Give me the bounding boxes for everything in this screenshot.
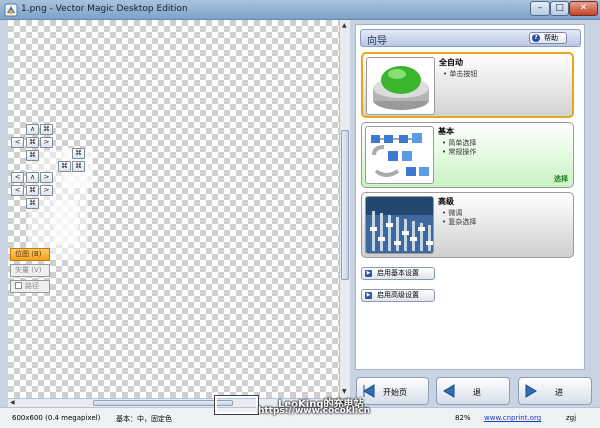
back-arrow-icon <box>443 384 455 398</box>
next-arrow-icon <box>525 384 537 398</box>
view-paths-option[interactable]: 路径 <box>10 280 50 293</box>
next-label: 进 <box>555 388 563 397</box>
pan-down-button[interactable]: ⌘ <box>26 198 39 209</box>
card-fully-automatic[interactable]: 全自动 单击按钮 <box>361 52 574 118</box>
center-button-2[interactable]: ⌘ <box>26 185 39 196</box>
pan-right-icon: > <box>43 173 50 181</box>
scroll-left-arrow-icon[interactable]: ◀ <box>10 399 15 406</box>
status-link[interactable]: www.cnprint.org <box>484 414 541 422</box>
help-button[interactable]: ? 帮助 <box>529 32 567 44</box>
bitmap-preview <box>28 148 93 260</box>
status-zoom: 82% <box>455 414 471 422</box>
card-line: 复杂选择 <box>442 217 476 227</box>
pan-left-icon: < <box>14 186 21 194</box>
view-vector-option[interactable]: 矢量 (V) <box>10 264 50 277</box>
pan-right-button[interactable]: > <box>40 137 53 148</box>
maximize-button[interactable]: □ <box>550 1 569 16</box>
view-bitmap-option[interactable]: 位图 (B) <box>10 248 50 261</box>
vertical-scrollbar[interactable]: ▲ ▼ <box>339 20 350 398</box>
enable-advanced-settings-label: 启用高级设置 <box>377 291 419 299</box>
watermark-url: https://www.cocokl.cn <box>258 406 371 416</box>
status-suffix: zgj <box>566 414 577 422</box>
zoom-reset-icon: ⌘ <box>75 162 82 170</box>
back-button[interactable]: 退 <box>436 377 510 405</box>
enable-basic-settings-label: 启用基本设置 <box>377 269 419 277</box>
card-title: 基本 <box>438 127 454 136</box>
pan-right-icon: > <box>43 138 50 146</box>
zoom-fit-button-2[interactable]: ⌘ <box>72 148 85 159</box>
watermark-logo-box <box>214 395 259 415</box>
home-page-label: 开始页 <box>383 388 407 397</box>
pan-up-button[interactable]: ∧ <box>26 124 39 135</box>
flowchart-image <box>365 126 434 184</box>
pan-up-button-2[interactable]: ∧ <box>26 172 39 183</box>
center-icon: ⌘ <box>29 138 36 146</box>
card-line: 常规操作 <box>442 147 476 157</box>
scroll-down-arrow-icon[interactable]: ▼ <box>342 388 347 395</box>
back-label: 退 <box>473 388 481 397</box>
card-line: 单击按钮 <box>443 69 477 79</box>
pan-left-icon: < <box>14 173 21 181</box>
home-page-button[interactable]: 开始页 <box>356 377 429 405</box>
pan-right-icon: > <box>43 186 50 194</box>
zoom-out-button[interactable]: ⌘ <box>58 161 71 172</box>
home-page-icon <box>363 384 375 398</box>
pan-left-button-3[interactable]: < <box>11 185 24 196</box>
window-title: 1.png - Vector Magic Desktop Edition <box>21 4 188 14</box>
minimize-button[interactable]: – <box>530 1 550 16</box>
pan-up-icon: ∧ <box>29 173 36 181</box>
pan-left-button[interactable]: < <box>11 137 24 148</box>
title-bar: 1.png - Vector Magic Desktop Edition – □… <box>0 0 600 20</box>
card-title: 全自动 <box>439 58 463 67</box>
paths-label: 路径 <box>25 282 39 290</box>
expand-arrow-icon: ▶ <box>365 270 372 277</box>
card-basic[interactable]: 基本 简单选择 常规操作 选择 <box>361 122 574 188</box>
pan-up-icon: ∧ <box>29 125 36 133</box>
pan-right-button-2[interactable]: > <box>40 172 53 183</box>
view-mode-panel: 位图 (B) 矢量 (V) 路径 <box>10 248 50 294</box>
wizard-title: 向导 <box>367 36 387 47</box>
pan-right-button-3[interactable]: > <box>40 185 53 196</box>
card-advanced[interactable]: 高级 微调 复杂选择 <box>361 192 574 258</box>
status-dimensions: 600x600 (0.4 megapixel) <box>12 414 101 422</box>
paths-checkbox[interactable] <box>15 282 22 289</box>
image-canvas[interactable]: ∧ ⌘ < ⌘ > ⌘ ⌘ ⌘ ⌘ < ∧ > < ⌘ > ⌘ <box>8 20 339 398</box>
pan-down-icon: ⌘ <box>29 199 36 207</box>
center-button[interactable]: ⌘ <box>26 137 39 148</box>
zoom-in-button[interactable]: ⌘ <box>26 150 39 161</box>
pan-left-icon: < <box>14 138 21 146</box>
wizard-panel: 向导 ? 帮助 全自动 单击按钮 <box>355 24 585 370</box>
wizard-header: 向导 ? 帮助 <box>360 29 581 47</box>
zoom-fit-icon: ⌘ <box>75 149 82 157</box>
expand-arrow-icon: ▶ <box>365 292 372 299</box>
green-button-image <box>366 57 435 115</box>
next-button[interactable]: 进 <box>518 377 592 405</box>
zoom-reset-button[interactable]: ⌘ <box>72 161 85 172</box>
mixing-console-image <box>365 196 434 254</box>
vertical-scroll-thumb[interactable] <box>341 130 349 280</box>
scroll-up-arrow-icon[interactable]: ▲ <box>342 22 347 29</box>
zoom-fit-button[interactable]: ⌘ <box>40 124 53 135</box>
enable-basic-settings-button[interactable]: ▶ 启用基本设置 <box>361 267 435 280</box>
help-label: 帮助 <box>544 34 558 42</box>
center-icon: ⌘ <box>29 186 36 194</box>
enable-advanced-settings-button[interactable]: ▶ 启用高级设置 <box>361 289 435 302</box>
zoom-fit-icon: ⌘ <box>43 125 50 133</box>
help-icon: ? <box>532 34 540 42</box>
vector-magic-app-icon <box>4 3 18 17</box>
selected-tag: 选择 <box>554 175 568 183</box>
status-mode: 基本：中，固定色 <box>116 415 172 423</box>
close-button[interactable]: ✕ <box>569 1 598 16</box>
horizontal-scroll-thumb[interactable] <box>93 400 233 406</box>
zoom-out-icon: ⌘ <box>61 162 68 170</box>
card-title: 高级 <box>438 197 454 206</box>
pan-left-button-2[interactable]: < <box>11 172 24 183</box>
zoom-in-icon: ⌘ <box>29 151 36 159</box>
